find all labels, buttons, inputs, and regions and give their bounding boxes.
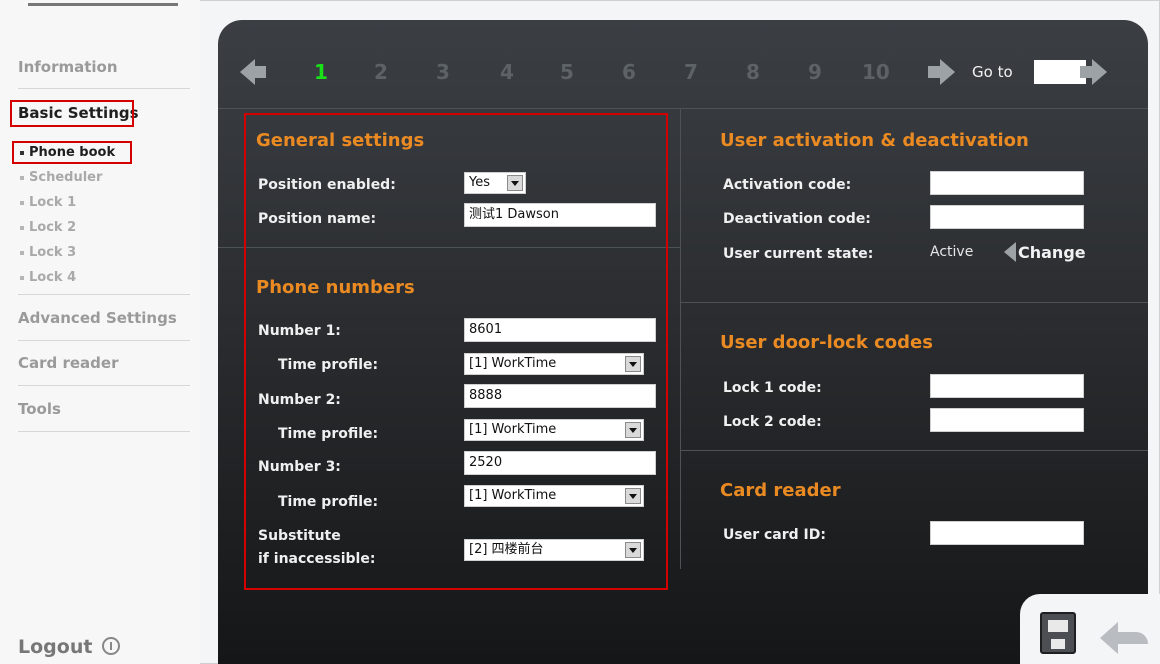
door-lock-codes-title: User door-lock codes (720, 332, 933, 353)
deactivation-code-label: Deactivation code: (723, 211, 871, 227)
arrow-left-icon (1004, 242, 1016, 262)
sidebar-divider (18, 88, 190, 89)
sidebar-subitem-label: Lock 3 (29, 245, 77, 260)
user-current-state-value: Active (930, 244, 974, 260)
page-link-1[interactable]: 1 (314, 60, 328, 84)
sidebar-subitem-label: Scheduler (29, 170, 103, 185)
sidebar-subitem-lock-2[interactable]: Lock 2 (20, 220, 76, 235)
sidebar-subitem-scheduler[interactable]: Scheduler (20, 170, 102, 185)
page-link-6[interactable]: 6 (622, 60, 636, 84)
change-state-button[interactable]: Change (1004, 242, 1086, 262)
page-link-7[interactable]: 7 (684, 60, 698, 84)
sidebar-divider (18, 294, 190, 295)
sidebar-subitem-label: Lock 2 (29, 220, 77, 235)
bullet-icon (20, 250, 24, 255)
goto-label: Go to (972, 63, 1013, 81)
sidebar-divider (18, 385, 190, 386)
user-current-state-label: User current state: (723, 246, 874, 262)
sidebar-item-information[interactable]: Information (18, 58, 118, 76)
sidebar-divider (18, 431, 190, 432)
column-divider (680, 109, 681, 569)
sidebar-subitem-lock-3[interactable]: Lock 3 (20, 245, 76, 260)
lock-2-code-input[interactable] (930, 408, 1084, 432)
next-page-arrow-icon[interactable] (928, 59, 955, 85)
save-icon[interactable] (1040, 612, 1076, 654)
lock-1-code-label: Lock 1 code: (723, 380, 822, 396)
user-card-id-label: User card ID: (723, 527, 826, 543)
power-icon (102, 637, 121, 655)
bullet-icon (20, 225, 24, 230)
logo (28, 0, 178, 6)
pager-divider (218, 108, 1148, 109)
user-card-id-input[interactable] (930, 521, 1084, 545)
section-divider (681, 450, 1148, 451)
page-link-3[interactable]: 3 (436, 60, 450, 84)
sidebar-item-advanced-settings[interactable]: Advanced Settings (18, 309, 177, 327)
previous-page-arrow-icon[interactable] (240, 59, 266, 85)
pager: 1 2 3 4 5 6 7 8 9 10 Go to (218, 20, 1148, 108)
bullet-icon (20, 200, 24, 205)
lock-1-code-input[interactable] (930, 374, 1084, 398)
goto-page-input[interactable] (1034, 60, 1086, 84)
logout-label: Logout (18, 636, 93, 658)
bullet-icon (20, 275, 24, 280)
section-divider (681, 302, 1148, 303)
back-arrow-icon[interactable] (1100, 622, 1148, 654)
user-activation-title: User activation & deactivation (720, 130, 1029, 151)
sidebar-subitem-label: Lock 4 (29, 270, 77, 285)
basic-settings-highlight (10, 100, 134, 127)
goto-arrow-icon[interactable] (1080, 59, 1107, 85)
sidebar-item-tools[interactable]: Tools (18, 400, 61, 418)
lock-2-code-label: Lock 2 code: (723, 414, 822, 430)
bullet-icon (20, 175, 24, 180)
page-link-8[interactable]: 8 (746, 60, 760, 84)
activation-code-label: Activation code: (723, 177, 852, 193)
phone-book-highlight (12, 141, 132, 164)
card-reader-title: Card reader (720, 480, 841, 501)
sidebar-item-card-reader[interactable]: Card reader (18, 354, 119, 372)
sidebar-subitem-label: Lock 1 (29, 195, 77, 210)
page-link-2[interactable]: 2 (374, 60, 388, 84)
logout-link[interactable]: Logout (18, 636, 121, 658)
sidebar-divider (18, 340, 190, 341)
sidebar: Information Basic Settings Phone book Sc… (0, 0, 200, 664)
page-link-9[interactable]: 9 (808, 60, 822, 84)
page-link-5[interactable]: 5 (560, 60, 574, 84)
deactivation-code-input[interactable] (930, 205, 1084, 229)
sidebar-subitem-lock-4[interactable]: Lock 4 (20, 270, 76, 285)
page-link-4[interactable]: 4 (500, 60, 514, 84)
left-column-highlight (244, 113, 668, 590)
activation-code-input[interactable] (930, 171, 1084, 195)
sidebar-subitem-lock-1[interactable]: Lock 1 (20, 195, 76, 210)
change-button-label: Change (1018, 243, 1086, 262)
page-link-10[interactable]: 10 (862, 60, 890, 84)
